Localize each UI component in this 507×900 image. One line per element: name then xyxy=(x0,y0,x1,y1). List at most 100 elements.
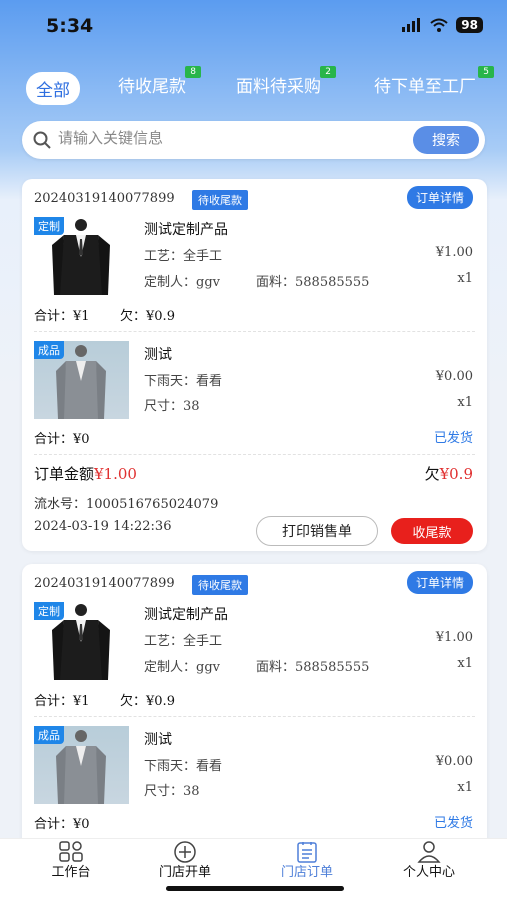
item-quantity: x1 xyxy=(457,271,473,286)
divider xyxy=(34,331,475,332)
item-subtotal: 合计：¥1 xyxy=(34,305,90,324)
tab-label: 面料待采购 xyxy=(236,77,321,97)
item-quantity: x1 xyxy=(457,395,473,410)
battery-indicator: 98 xyxy=(456,17,483,33)
spec-value: ggv xyxy=(196,275,221,290)
nav-personal-center[interactable]: 个人中心 xyxy=(366,839,492,900)
spec-line: 面料：588585555 xyxy=(256,271,369,290)
tab-badge: 2 xyxy=(320,66,336,78)
tab-pending-balance[interactable]: 待收尾款 8 xyxy=(118,66,201,97)
total-label: 订单金额 xyxy=(34,465,95,483)
sum-label: 合计： xyxy=(34,432,74,447)
item-subtotal: 合计：¥1 xyxy=(34,690,90,709)
spec-label: 面料： xyxy=(256,275,296,290)
sum-value: ¥0 xyxy=(73,817,90,832)
search-button[interactable]: 搜索 xyxy=(413,126,479,154)
search-input[interactable] xyxy=(58,129,418,147)
print-sales-slip-button[interactable]: 打印销售单 xyxy=(256,516,378,546)
status-time: 5:34 xyxy=(46,15,94,37)
product-image[interactable]: 定制 xyxy=(34,602,129,680)
tab-badge: 5 xyxy=(478,66,494,78)
spec-label: 尺寸： xyxy=(144,399,184,414)
person-icon xyxy=(417,841,441,863)
owe-label: 欠 xyxy=(424,465,440,483)
collect-balance-button[interactable]: 收尾款 xyxy=(391,518,473,544)
item-quantity: x1 xyxy=(457,656,473,671)
status-badge: 待收尾款 xyxy=(192,190,248,210)
item-price: ¥1.00 xyxy=(435,630,473,645)
spec-label: 工艺： xyxy=(144,634,184,649)
order-number: 20240319140077899 xyxy=(34,191,175,206)
product-image[interactable]: 成品 xyxy=(34,341,129,419)
custom-tag: 定制 xyxy=(34,602,64,620)
spec-value: 588585555 xyxy=(295,275,370,290)
spec-value: ggv xyxy=(196,660,221,675)
item-quantity: x1 xyxy=(457,780,473,795)
spec-line: 工艺：全手工 xyxy=(144,245,222,264)
total-value: ¥1.00 xyxy=(94,465,137,483)
order-owed: 欠¥0.9 xyxy=(425,463,473,484)
product-name: 测试 xyxy=(144,732,172,748)
sum-label: 合计： xyxy=(34,817,74,832)
spec-line: 下雨天：看看 xyxy=(144,370,222,389)
status-icons: 98 xyxy=(402,17,483,33)
nav-label: 工作台 xyxy=(51,865,91,880)
tab-pending-factory[interactable]: 待下单至工厂 5 xyxy=(374,66,494,97)
plus-circle-icon xyxy=(174,841,196,863)
spec-value: 全手工 xyxy=(183,634,223,649)
sum-label: 合计： xyxy=(34,694,74,709)
tab-label: 待收尾款 xyxy=(118,77,186,97)
tab-all[interactable]: 全部 xyxy=(26,72,80,105)
tab-badge: 8 xyxy=(185,66,201,78)
shipped-status: 已发货 xyxy=(433,816,473,831)
owe-value: ¥0.9 xyxy=(146,309,175,324)
serial-number: 流水号：1000516765024079 xyxy=(34,493,218,512)
search-bar: 搜索 xyxy=(22,121,485,159)
spec-value: 588585555 xyxy=(295,660,370,675)
order-datetime: 2024-03-19 14:22:36 xyxy=(34,519,172,534)
spec-value: 全手工 xyxy=(183,249,223,264)
tab-fabric-pending[interactable]: 面料待采购 2 xyxy=(236,66,336,97)
sum-value: ¥0 xyxy=(73,432,90,447)
finished-tag: 成品 xyxy=(34,341,64,359)
spec-line: 下雨天：看看 xyxy=(144,755,222,774)
sum-label: 合计： xyxy=(34,309,74,324)
item-owed: 欠：¥0.9 xyxy=(120,305,175,324)
product-image[interactable]: 定制 xyxy=(34,217,129,295)
finished-tag: 成品 xyxy=(34,726,64,744)
custom-tag: 定制 xyxy=(34,217,64,235)
signal-icon xyxy=(402,18,421,32)
item-subtotal: 合计：¥0 xyxy=(34,813,90,832)
spec-value: 看看 xyxy=(196,374,223,389)
product-name: 测试定制产品 xyxy=(144,222,228,238)
grid-icon xyxy=(59,841,83,862)
product-image[interactable]: 成品 xyxy=(34,726,129,804)
spec-line: 定制人：ggv xyxy=(144,271,220,290)
nav-workbench[interactable]: 工作台 xyxy=(8,839,134,900)
item-price: ¥0.00 xyxy=(435,369,473,384)
spec-label: 定制人： xyxy=(144,660,197,675)
spec-label: 定制人： xyxy=(144,275,197,290)
status-bar: 5:34 98 xyxy=(0,0,507,52)
spec-label: 工艺： xyxy=(144,249,184,264)
serial-value: 1000516765024079 xyxy=(86,497,219,512)
spec-label: 下雨天： xyxy=(144,374,197,389)
order-detail-button[interactable]: 订单详情 xyxy=(406,571,473,594)
serial-label: 流水号： xyxy=(34,497,87,512)
order-card: 20240319140077899 待收尾款 订单详情 定制 测试定制产品 工艺… xyxy=(22,179,487,551)
spec-line: 尺寸：38 xyxy=(144,780,200,799)
search-icon xyxy=(33,131,51,149)
product-name: 测试 xyxy=(144,347,172,363)
item-subtotal: 合计：¥0 xyxy=(34,428,90,447)
product-name: 测试定制产品 xyxy=(144,607,228,623)
order-card: 20240319140077899 待收尾款 订单详情 定制 测试定制产品 工艺… xyxy=(22,564,487,864)
status-badge: 待收尾款 xyxy=(192,575,248,595)
owe-value: ¥0.9 xyxy=(439,465,473,483)
spec-line: 尺寸：38 xyxy=(144,395,200,414)
owe-label: 欠： xyxy=(120,309,147,324)
divider xyxy=(34,716,475,717)
sum-value: ¥1 xyxy=(73,309,90,324)
tab-label: 待下单至工厂 xyxy=(374,77,476,97)
order-detail-button[interactable]: 订单详情 xyxy=(406,186,473,209)
spec-label: 面料： xyxy=(256,660,296,675)
